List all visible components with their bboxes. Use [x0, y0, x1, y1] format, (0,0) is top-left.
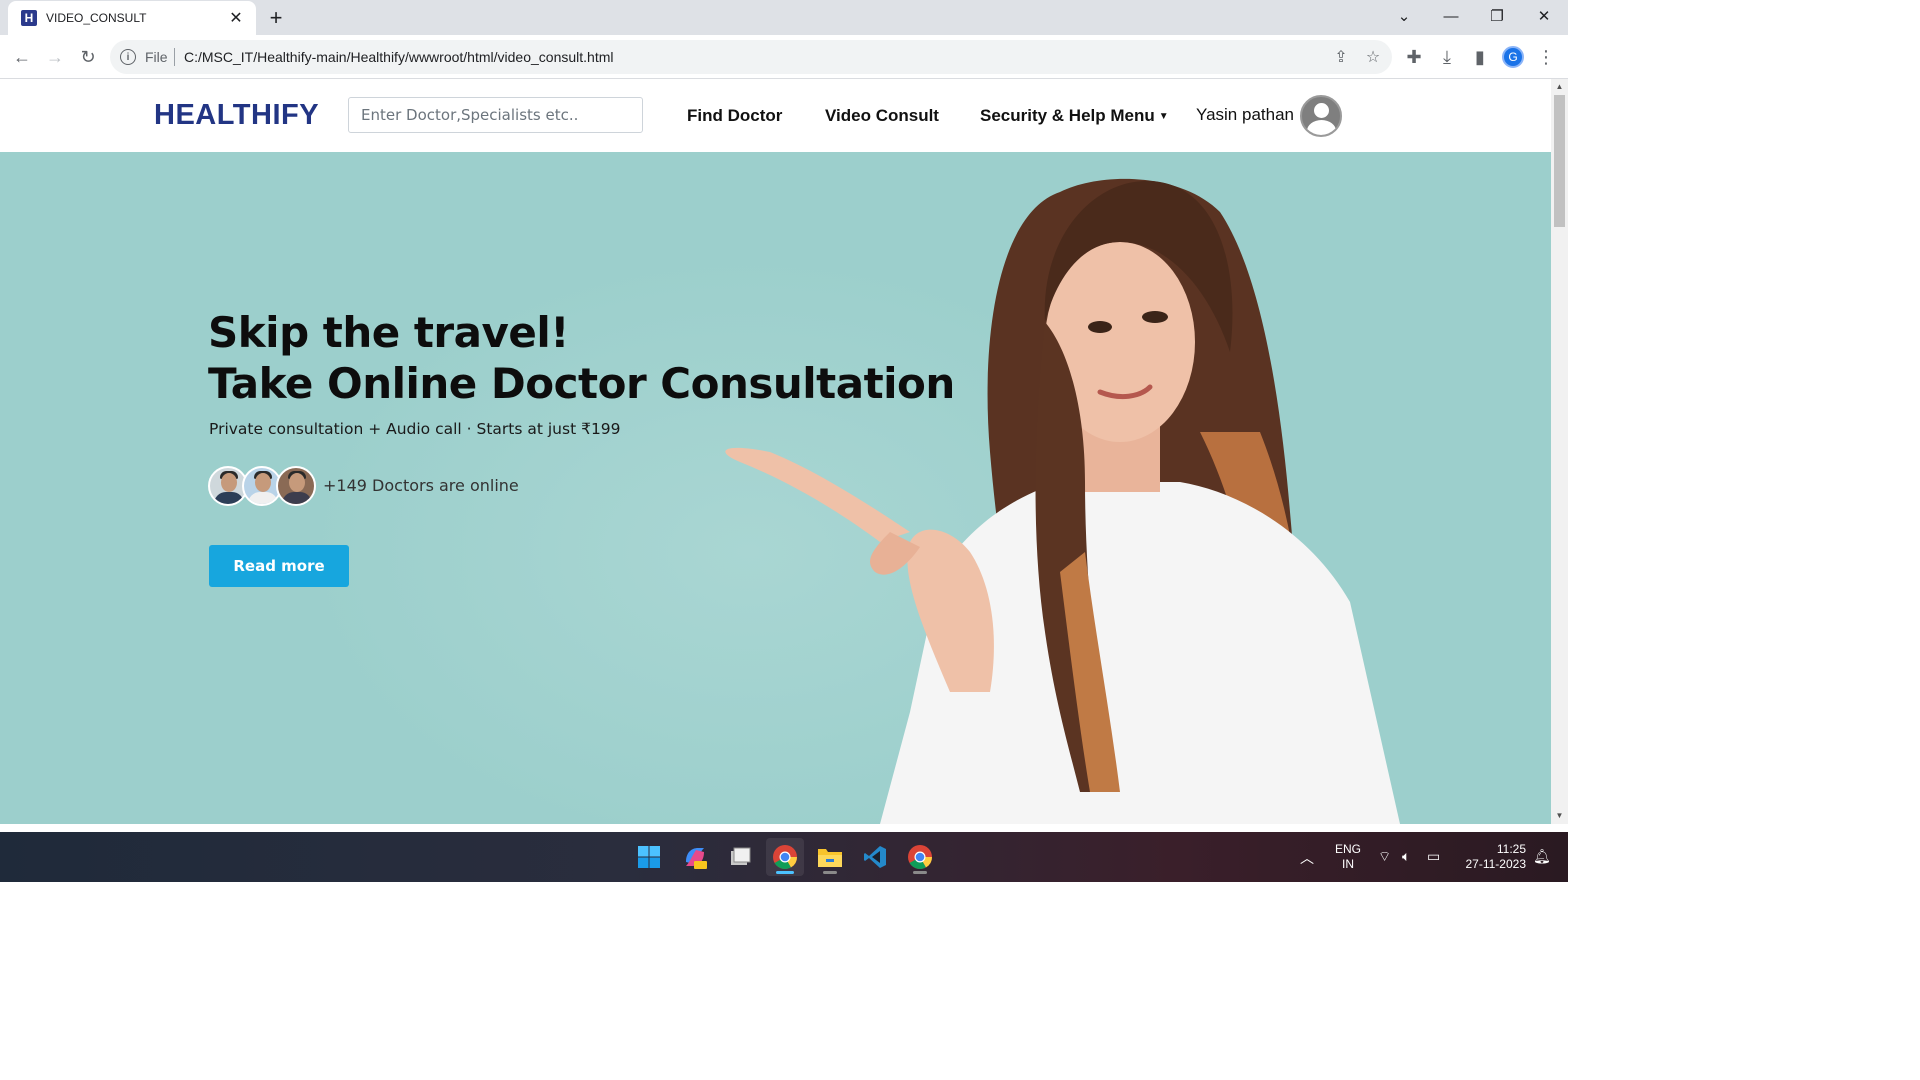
scroll-up-arrow-icon[interactable]: ▲ — [1555, 82, 1564, 92]
reload-icon[interactable]: ↻ — [74, 43, 102, 71]
avatar-head — [1314, 103, 1329, 118]
wifi-icon[interactable]: ⌔ — [1378, 848, 1391, 866]
browser-tab[interactable]: H VIDEO_CONSULT ✕ — [8, 1, 256, 35]
doctor-avatar-body — [248, 492, 278, 504]
minimize-button[interactable]: — — [1428, 0, 1474, 32]
info-icon[interactable]: i — [120, 49, 136, 65]
language-indicator[interactable]: ENG IN — [1332, 842, 1364, 872]
tab-search-icon[interactable]: ⌄ — [1381, 0, 1427, 32]
doctor-avatar-face — [221, 473, 237, 492]
tab-title: VIDEO_CONSULT — [46, 11, 147, 25]
divider — [174, 48, 175, 66]
notification-bell-icon[interactable]: 🔔︎ — [1533, 848, 1551, 865]
battery-icon[interactable]: ▭ — [1427, 848, 1440, 865]
running-app-indicator — [823, 871, 837, 874]
chrome-alt-icon[interactable] — [901, 838, 939, 876]
region-code: IN — [1342, 857, 1354, 871]
doctor-avatar-body — [282, 492, 312, 504]
share-icon[interactable]: ⇪ — [1330, 46, 1352, 68]
nav-security-help-label: Security & Help Menu — [980, 106, 1155, 125]
download-icon[interactable]: ⤓ — [1433, 43, 1461, 71]
extensions-puzzle-icon[interactable]: ✚ — [1400, 43, 1428, 71]
scheme-label: File — [145, 49, 168, 65]
user-avatar[interactable] — [1300, 95, 1342, 137]
side-panel-icon[interactable]: ▮ — [1466, 43, 1494, 71]
chrome-icon[interactable] — [766, 838, 804, 876]
profile-avatar[interactable]: G — [1502, 46, 1524, 68]
clock-time: 11:25 — [1496, 842, 1526, 856]
doctor-avatar-body — [214, 492, 244, 504]
caret-down-icon: ▼ — [1158, 111, 1169, 122]
windows-taskbar: ︿ ENG IN ⌔ 🔈︎ ▭ 11:25 27-11-2023 🔔︎ — [0, 832, 1568, 882]
running-app-indicator — [913, 871, 927, 874]
more-menu-icon[interactable]: ⋮ — [1532, 43, 1560, 71]
file-manager-icon[interactable] — [721, 838, 759, 876]
clock[interactable]: 11:25 27-11-2023 — [1456, 842, 1527, 872]
restore-button[interactable]: ❐ — [1474, 0, 1520, 32]
chevron-up-icon[interactable]: ︿ — [1300, 848, 1314, 868]
search-input[interactable] — [348, 97, 643, 133]
bookmark-star-icon[interactable]: ☆ — [1362, 46, 1384, 68]
clock-date: 27-11-2023 — [1465, 857, 1527, 871]
new-tab-button[interactable]: + — [262, 4, 290, 32]
doctors-online-count: +149 Doctors are online — [323, 476, 519, 495]
active-app-indicator — [776, 871, 794, 874]
vscode-icon[interactable] — [856, 838, 894, 876]
avatar-body — [1307, 120, 1336, 135]
nav-video-consult[interactable]: Video Consult — [825, 106, 939, 126]
volume-icon[interactable]: 🔈︎ — [1402, 848, 1410, 865]
site-favicon-icon: H — [21, 10, 37, 26]
doctor-avatar — [276, 466, 316, 506]
hero-woman-image — [725, 178, 1400, 824]
hero-headline-line2: Take Online Doctor Consultation — [208, 359, 955, 408]
page-viewport: HEALTHIFY Find Doctor Video Consult Secu… — [0, 79, 1551, 824]
copilot-pre-icon[interactable] — [676, 838, 714, 876]
back-arrow-icon[interactable]: ← — [8, 43, 36, 71]
doctor-avatar-face — [255, 473, 271, 492]
hero-banner: Skip the travel! Take Online Doctor Cons… — [0, 152, 1551, 824]
close-tab-icon[interactable]: ✕ — [226, 8, 246, 28]
doctor-avatar-face — [289, 473, 305, 492]
hero-headline: Skip the travel! Take Online Doctor Cons… — [208, 307, 955, 409]
nav-security-help-menu[interactable]: Security & Help Menu ▼ — [980, 106, 1169, 126]
language-code: ENG — [1334, 842, 1361, 856]
site-logo[interactable]: HEALTHIFY — [154, 99, 319, 132]
file-explorer-icon[interactable] — [811, 838, 849, 876]
browser-toolbar: ← → ↻ i File C:/MSC_IT/Healthify-main/He… — [0, 35, 1568, 79]
close-window-button[interactable]: ✕ — [1521, 0, 1567, 32]
scroll-thumb[interactable] — [1554, 95, 1565, 227]
windows-start-icon[interactable] — [630, 838, 668, 876]
site-navbar: HEALTHIFY Find Doctor Video Consult Secu… — [0, 79, 1551, 152]
hero-subtitle: Private consultation + Audio call · Star… — [209, 420, 621, 438]
address-bar[interactable]: i File C:/MSC_IT/Healthify-main/Healthif… — [110, 40, 1392, 74]
forward-arrow-icon[interactable]: → — [41, 43, 69, 71]
tab-strip: H VIDEO_CONSULT ✕ + ⌄ — ❐ ✕ — [0, 0, 1568, 35]
url-text[interactable]: C:/MSC_IT/Healthify-main/Healthify/wwwro… — [184, 49, 613, 65]
read-more-button[interactable]: Read more — [209, 545, 349, 587]
page-scrollbar[interactable]: ▲ ▼ — [1551, 79, 1568, 824]
nav-find-doctor[interactable]: Find Doctor — [687, 106, 782, 126]
user-name[interactable]: Yasin pathan — [1196, 105, 1294, 125]
scroll-down-arrow-icon[interactable]: ▼ — [1555, 811, 1564, 821]
hero-headline-line1: Skip the travel! — [208, 308, 569, 357]
